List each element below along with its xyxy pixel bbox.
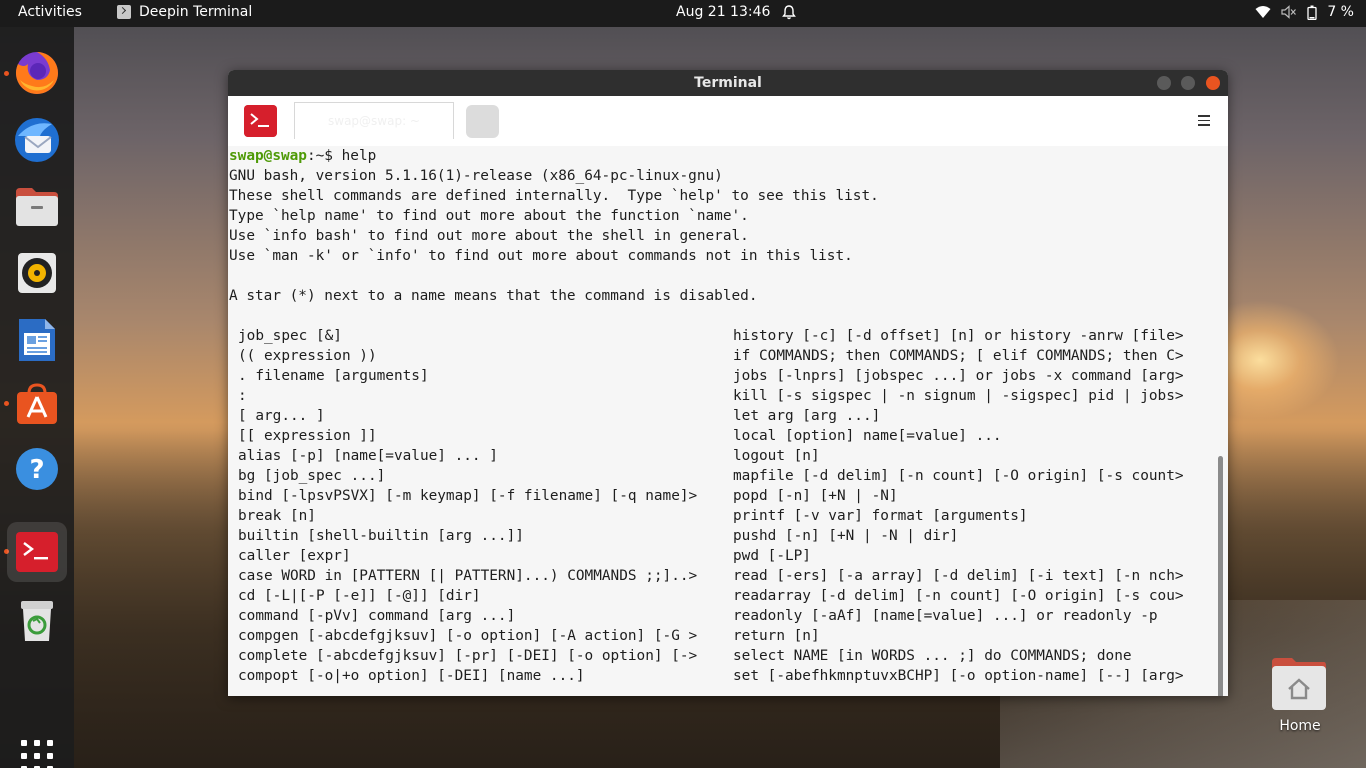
output-line: These shell commands are defined interna… — [229, 186, 879, 206]
dock-ubuntu-software[interactable] — [7, 374, 67, 434]
deepin-terminal-icon — [15, 531, 59, 573]
builtin-command-left: alias [-p] [name[=value] ... ] — [238, 446, 498, 466]
clock[interactable]: Aug 21 13:46 — [676, 4, 770, 20]
battery-icon — [1307, 5, 1317, 20]
rhythmbox-icon — [16, 251, 58, 295]
wifi-icon — [1255, 5, 1271, 19]
builtin-command-left: cd [-L|[-P [-e]] [-@]] [dir] — [238, 586, 481, 606]
output-line: Type `help name' to find out more about … — [229, 206, 749, 226]
activities-button[interactable]: Activities — [18, 4, 82, 20]
builtin-command-right: select NAME [in WORDS ... ;] do COMMANDS… — [733, 646, 1132, 666]
app-menu[interactable]: Deepin Terminal — [117, 4, 252, 20]
builtin-command-left: : — [238, 386, 247, 406]
builtin-command-right: if COMMANDS; then COMMANDS; [ elif COMMA… — [733, 346, 1184, 366]
builtin-command-right: popd [-n] [+N | -N] — [733, 486, 898, 506]
builtin-command-left: command [-pVv] command [arg ...] — [238, 606, 515, 626]
output-line: GNU bash, version 5.1.16(1)-release (x86… — [229, 166, 723, 186]
builtin-command-left: bg [job_spec ...] — [238, 466, 385, 486]
files-icon — [14, 186, 60, 228]
builtin-command-right: printf [-v var] format [arguments] — [733, 506, 1028, 526]
dock-rhythmbox[interactable] — [7, 243, 67, 303]
dock-files[interactable] — [7, 177, 67, 237]
builtin-command-left: builtin [shell-builtin [arg ...]] — [238, 526, 524, 546]
system-tray[interactable]: 7 % — [1255, 4, 1354, 20]
prompt-user: swap@swap — [229, 148, 307, 164]
notification-bell-icon — [782, 5, 796, 20]
builtin-command-right: pushd [-n] [+N | -N | dir] — [733, 526, 958, 546]
svg-text:?: ? — [29, 455, 44, 485]
ubuntu-software-icon — [14, 383, 60, 425]
terminal-scrollbar[interactable] — [1218, 456, 1223, 696]
builtin-command-right: jobs [-lnprs] [jobspec ...] or jobs -x c… — [733, 366, 1184, 386]
show-applications-button[interactable] — [21, 740, 53, 768]
battery-percent: 7 % — [1327, 4, 1354, 20]
builtin-command-left: [[ expression ]] — [238, 426, 377, 446]
builtin-command-left: break [n] — [238, 506, 316, 526]
dock-help[interactable]: ? — [7, 439, 67, 499]
builtin-command-right: pwd [-LP] — [733, 546, 811, 566]
builtin-command-left: compgen [-abcdefgjksuv] [-o option] [-A … — [238, 626, 697, 646]
hamburger-menu-icon[interactable] — [1198, 115, 1210, 127]
builtin-command-right: mapfile [-d delim] [-n count] [-O origin… — [733, 466, 1184, 486]
terminal-tab[interactable]: swap@swap: ~ — [294, 102, 454, 139]
dock-trash[interactable] — [7, 591, 67, 651]
app-menu-label: Deepin Terminal — [139, 4, 252, 20]
dock-firefox[interactable] — [7, 43, 67, 103]
builtin-command-left: complete [-abcdefgjksuv] [-pr] [-DEI] [-… — [238, 646, 697, 666]
close-button[interactable] — [1206, 76, 1220, 90]
output-line: Use `man -k' or `info' to find out more … — [229, 246, 853, 266]
prompt-command: :~$ help — [307, 148, 376, 164]
dock-thunderbird[interactable] — [7, 110, 67, 170]
builtin-command-right: readonly [-aAf] [name[=value] ...] or re… — [733, 606, 1158, 626]
builtin-command-left: caller [expr] — [238, 546, 351, 566]
builtin-command-left: case WORD in [PATTERN [| PATTERN]...) CO… — [238, 566, 697, 586]
terminal-output[interactable]: swap@swap:~$ help GNU bash, version 5.1.… — [228, 146, 1228, 696]
trash-icon — [18, 599, 56, 643]
terminal-window: Terminal swap@swap: ~ swap@swap:~$ help … — [228, 70, 1228, 696]
tab-bar: swap@swap: ~ — [228, 96, 1228, 146]
builtin-command-left: job_spec [&] — [238, 326, 342, 346]
top-bar: Activities Deepin Terminal Aug 21 13:46 … — [0, 0, 1366, 27]
libreoffice-writer-icon — [17, 317, 57, 363]
window-titlebar[interactable]: Terminal — [228, 70, 1228, 96]
dock-libreoffice-writer[interactable] — [7, 310, 67, 370]
builtin-command-right: history [-c] [-d offset] [n] or history … — [733, 326, 1184, 346]
builtin-command-right: readarray [-d delim] [-n count] [-O orig… — [733, 586, 1184, 606]
terminal-app-icon — [117, 5, 131, 19]
builtin-command-right: logout [n] — [733, 446, 820, 466]
add-tab-button[interactable] — [466, 105, 499, 138]
dock-deepin-terminal[interactable] — [7, 522, 67, 582]
builtin-command-left: . filename [arguments] — [238, 366, 429, 386]
minimize-button[interactable] — [1157, 76, 1171, 90]
dock: ? — [0, 27, 74, 768]
builtin-command-right: kill [-s sigspec | -n signum | -sigspec]… — [733, 386, 1184, 406]
maximize-button[interactable] — [1181, 76, 1195, 90]
volume-muted-icon — [1281, 5, 1297, 19]
prompt-line: swap@swap:~$ help — [229, 146, 376, 166]
window-title: Terminal — [694, 75, 762, 91]
builtin-command-left: compopt [-o|+o option] [-DEI] [name ...] — [238, 666, 585, 686]
home-folder-icon[interactable] — [1270, 656, 1328, 712]
builtin-command-right: read [-ers] [-a array] [-d delim] [-i te… — [733, 566, 1184, 586]
firefox-icon — [14, 50, 60, 96]
builtin-command-left: [ arg... ] — [238, 406, 325, 426]
builtin-command-right: local [option] name[=value] ... — [733, 426, 1002, 446]
builtin-command-right: set [-abefhkmnptuvxBCHP] [-o option-name… — [733, 666, 1184, 686]
builtin-command-left: (( expression )) — [238, 346, 377, 366]
builtin-command-right: let arg [arg ...] — [733, 406, 880, 426]
output-line: A star (*) next to a name means that the… — [229, 286, 758, 306]
help-icon: ? — [15, 447, 59, 491]
output-line: Use `info bash' to find out more about t… — [229, 226, 749, 246]
builtin-command-right: return [n] — [733, 626, 820, 646]
home-folder-label: Home — [1270, 718, 1330, 734]
builtin-command-left: bind [-lpsvPSVX] [-m keymap] [-f filenam… — [238, 486, 697, 506]
thunderbird-icon — [12, 116, 62, 164]
deepin-terminal-logo-icon — [244, 105, 277, 137]
